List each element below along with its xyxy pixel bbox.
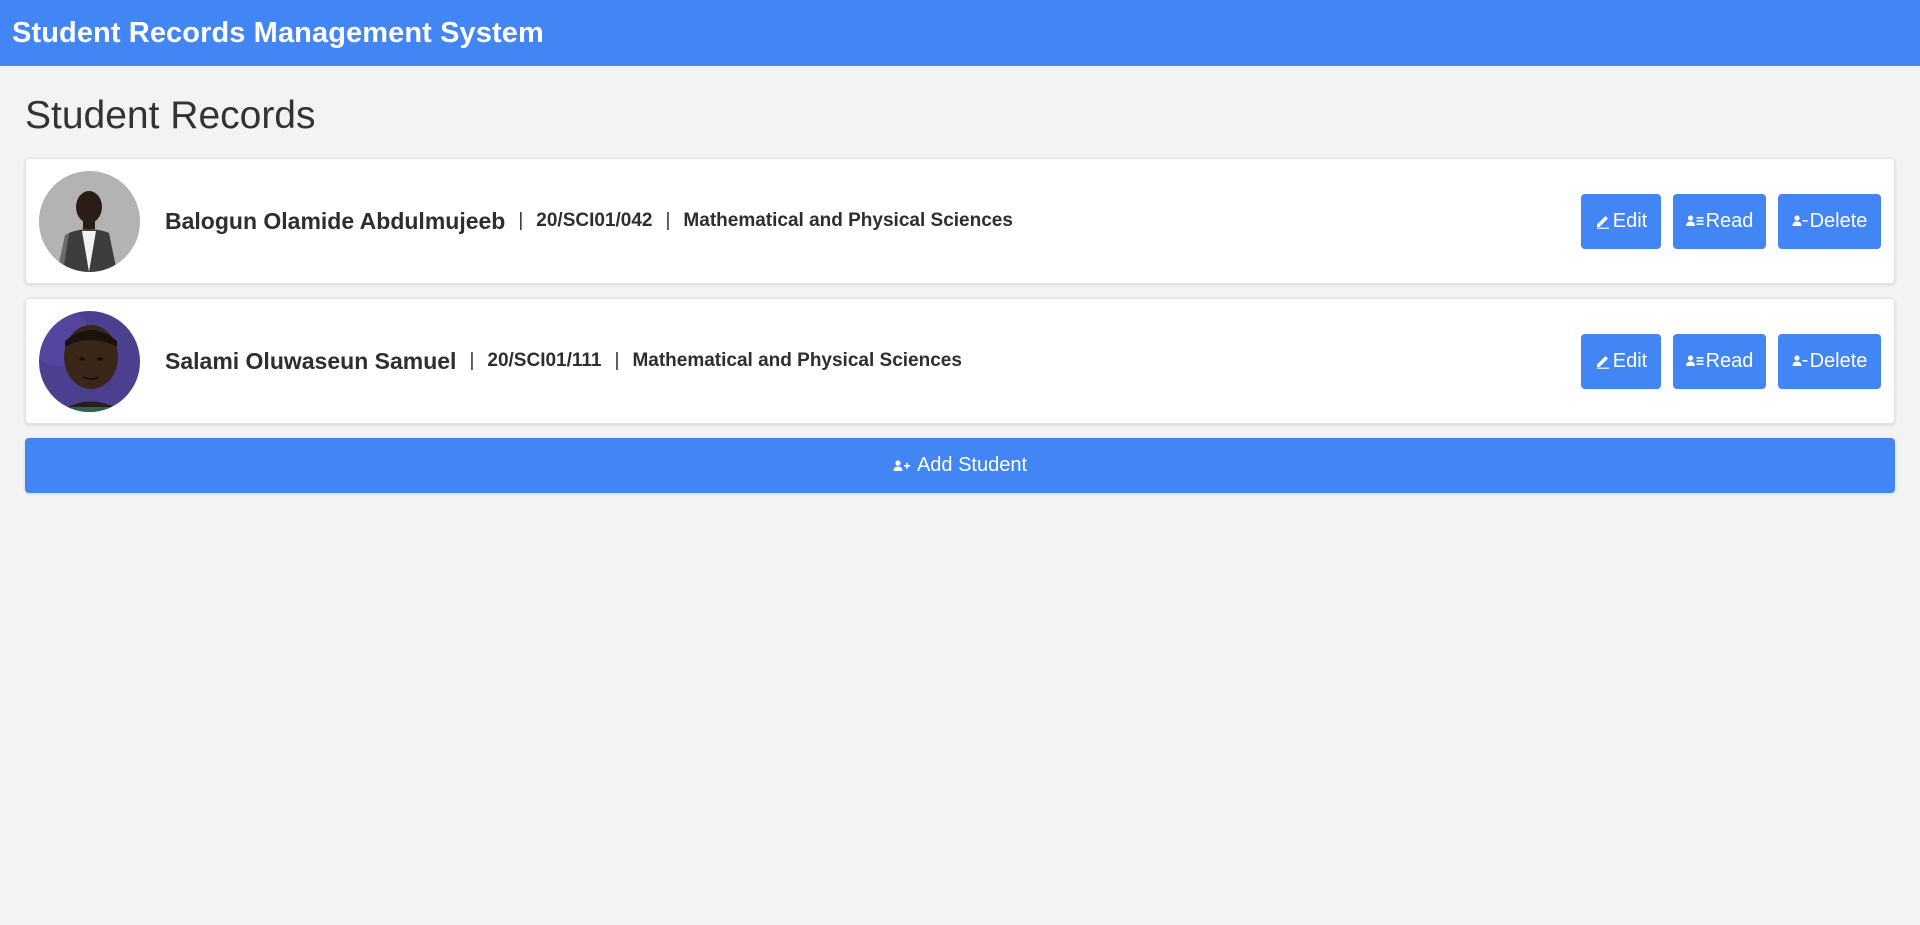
user-minus-icon <box>1792 354 1808 368</box>
student-name: Salami Oluwaseun Samuel <box>165 347 457 374</box>
delete-button-label: Delete <box>1809 349 1868 372</box>
app-title: Student Records Management System <box>12 16 544 49</box>
user-id-card-icon <box>1685 354 1704 368</box>
student-matric-number: 20/SCI01/042 <box>536 210 653 231</box>
student-faculty: Mathematical and Physical Sciences <box>683 210 1013 231</box>
student-avatar <box>39 310 140 412</box>
user-id-card-icon <box>1685 214 1704 228</box>
student-info: Balogun Olamide Abdulmujeeb | 20/SCI01/0… <box>165 208 1581 235</box>
add-student-label: Add Student <box>916 454 1028 476</box>
edit-button[interactable]: Edit <box>1581 333 1661 389</box>
read-button[interactable]: Read <box>1673 193 1766 249</box>
student-info: Salami Oluwaseun Samuel | 20/SCI01/111 |… <box>165 348 1581 375</box>
edit-button[interactable]: Edit <box>1581 193 1661 249</box>
delete-button[interactable]: Delete <box>1778 333 1881 389</box>
record-actions: Edit Read Delete <box>1581 193 1881 249</box>
edit-button-label: Edit <box>1612 209 1648 232</box>
delete-button-label: Delete <box>1809 209 1868 232</box>
student-name: Balogun Olamide Abdulmujeeb <box>165 207 506 234</box>
read-button-label: Read <box>1705 349 1754 372</box>
record-actions: Edit Read Delete <box>1581 333 1881 389</box>
read-button[interactable]: Read <box>1673 333 1766 389</box>
pencil-icon <box>1595 353 1611 369</box>
app-header: Student Records Management System <box>0 0 1920 66</box>
add-student-button[interactable]: Add Student <box>25 438 1895 493</box>
student-record-card: Salami Oluwaseun Samuel | 20/SCI01/111 |… <box>25 298 1895 424</box>
student-record-list: Balogun Olamide Abdulmujeeb | 20/SCI01/0… <box>25 158 1895 424</box>
separator: | <box>665 210 671 231</box>
delete-button[interactable]: Delete <box>1778 193 1881 249</box>
separator: | <box>518 210 524 231</box>
student-record-card: Balogun Olamide Abdulmujeeb | 20/SCI01/0… <box>25 158 1895 284</box>
page-title: Student Records <box>25 94 316 137</box>
pencil-icon <box>1595 213 1611 229</box>
read-button-label: Read <box>1705 209 1754 232</box>
student-avatar <box>39 170 140 272</box>
student-matric-number: 20/SCI01/111 <box>487 350 602 371</box>
user-plus-icon <box>893 459 911 473</box>
main-content: Student Records Balogun Olamide Abdulmuj… <box>0 92 1920 493</box>
separator: | <box>469 350 475 371</box>
student-faculty: Mathematical and Physical Sciences <box>632 350 962 371</box>
edit-button-label: Edit <box>1612 349 1648 372</box>
separator: | <box>614 350 620 371</box>
user-minus-icon <box>1792 214 1808 228</box>
